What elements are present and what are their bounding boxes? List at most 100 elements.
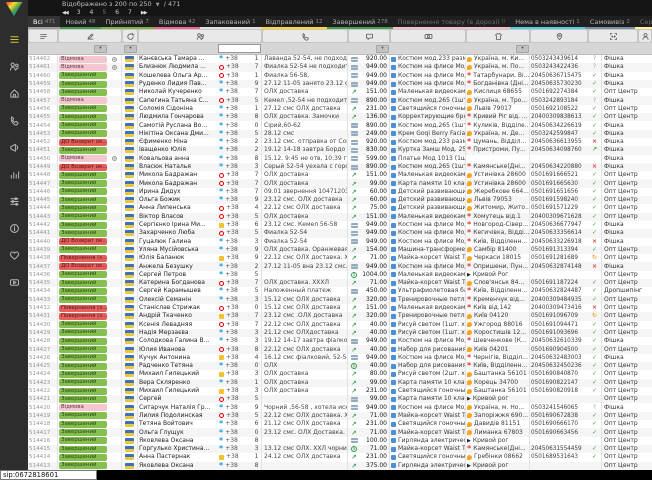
tracking-icon[interactable] (589, 30, 637, 42)
table-row[interactable]: 514438Повернення (з...Юлія Баланюк+38922… (28, 254, 652, 262)
tab[interactable]: Відправлений12 (261, 16, 328, 29)
delivery-filter-dropdown[interactable]: ▾ (516, 45, 529, 53)
table-row[interactable]: 514428ЗавершенийСолодкова Галина В...*+3… (28, 337, 652, 345)
status-filter-dropdown[interactable]: ▾ (94, 45, 107, 53)
info-icon[interactable] (4, 219, 24, 238)
info-icon[interactable] (112, 57, 117, 62)
table-row[interactable]: 514430ЗавершенийКсенія Левадняя+38722.12… (28, 321, 652, 329)
table-row[interactable]: 514459ЗавершенийРуденко Лидия Пав...*+38… (28, 80, 652, 88)
table-row[interactable]: 514421ЗавершенийСергей+38599.00Карта пам… (28, 395, 652, 403)
loyalty-icon[interactable] (4, 246, 24, 265)
tab[interactable]: Повернення товару (в дорозі)0 (393, 16, 510, 29)
sales-channel-tag: Фішка (602, 63, 652, 71)
table-row[interactable]: 514452ДО Возврат ок...Єфименко Ніна*+382… (28, 138, 652, 146)
orders-icon[interactable] (4, 30, 24, 49)
table-row[interactable]: 514457ВідмоваСапегина Татьяна С...+385Ке… (28, 96, 652, 104)
table-row[interactable]: 514445ЗавершенийОльга Божик*+38923.12 см… (28, 196, 652, 204)
table-row[interactable]: 514425ЗавершенийРадченко Тетяна*+380ОЛХ$… (28, 362, 652, 370)
table-row[interactable]: 514441ЗавершенийЗахарченко Люба+385Фиалк… (28, 229, 652, 237)
table-row[interactable]: 514426ЗавершенийКучук Антонина+38416.12 … (28, 354, 652, 362)
table-row[interactable]: 514449ДО Возврат ок...Власюк Наталья*+38… (28, 163, 652, 171)
page-size-caret-icon[interactable]: ▼ (156, 2, 160, 8)
table-row[interactable]: 514454ЗавершенийСамотій Руслана Во...*+3… (28, 121, 652, 129)
table-row[interactable]: 514416ЗавершенийЯковлева Оксана*+388100.… (28, 437, 652, 445)
tab[interactable]: Самовивіз2 (585, 16, 635, 29)
table-row[interactable]: 514458ЗавершенийНиколай Кучеренко*+387ОЛ… (28, 88, 652, 96)
tab[interactable]: Всі471 (28, 16, 60, 29)
table-row[interactable]: 514450ВідмоваКовальова анна*+38815.12. 9… (28, 155, 652, 163)
tracking-status-cell: ✓ (588, 171, 602, 179)
table-row[interactable]: 514433ЗавершенийОлексій Семанін*+38315.1… (28, 296, 652, 304)
table-row[interactable]: 514423ЗавершенийВера Скляренко*+381ОЛХ д… (28, 379, 652, 387)
phone-icon[interactable] (263, 30, 347, 42)
video-icon[interactable] (4, 273, 24, 292)
calls-icon[interactable] (4, 111, 24, 130)
tab[interactable]: Завершений278 (327, 16, 392, 29)
money-icon[interactable] (391, 30, 465, 42)
edit-icon[interactable] (59, 30, 121, 42)
table-row[interactable]: 514443ЗавершенийВіктор Власов+385ОЛХ дос… (28, 213, 652, 221)
ukraine-flag-icon (125, 272, 134, 278)
table-row[interactable]: 514414ЗавершенийАнна Пастернак+38124.12 … (28, 453, 652, 461)
tab[interactable]: Запакований1 (200, 16, 260, 29)
table-row[interactable]: 514462ВідмоваКанєвська Тамара ...*+381Ла… (28, 55, 652, 63)
tab[interactable]: Сервіси0 (635, 16, 652, 29)
person-icon[interactable] (639, 30, 651, 42)
table-row[interactable]: 514432Повернення (з...Станіслав Стрижак+… (28, 304, 652, 312)
table-row[interactable]: 514419ЗавершенийЛилия Подолинская+38522.… (28, 412, 652, 420)
table-row[interactable]: 514435ЗавершенийКатерина Богданова+387ОЛ… (28, 279, 652, 287)
shop-icon[interactable] (4, 84, 24, 103)
table-row[interactable]: 514442ЗавершенийСергієнко Ірина Ми...+38… (28, 221, 652, 229)
table-row[interactable]: 514460ЗавершенийКошелева Ольга Ар...+381… (28, 72, 652, 80)
comment-icon[interactable] (349, 30, 389, 42)
refresh-icon[interactable] (123, 30, 137, 42)
info-icon[interactable] (112, 65, 117, 70)
table-row[interactable]: 514453ЗавершенийНікітіна Оксана Дми...*+… (28, 130, 652, 138)
rows-icon[interactable] (29, 30, 57, 42)
table-row[interactable]: 514456ЗавершенийСоломія Сідоніна*+38127.… (28, 105, 652, 113)
table-row[interactable]: 514446ЗавершенийИрина Дидух*+38709.01 зв… (28, 188, 652, 196)
table-row[interactable]: 514427ЗавершенийЮлия Иванова+38822.12 см… (28, 345, 652, 353)
payment-filter-dropdown[interactable]: ▾ (376, 45, 389, 53)
table-row[interactable]: 514434ЗавершенийСергей Карамышев*+385Нал… (28, 287, 652, 295)
table-row[interactable]: 514422ЗавершенийМихаил Гилецький+383ОЛХ … (28, 387, 652, 395)
table-row[interactable]: 514444ЗавершенийАнна Липенська+38422.12 … (28, 204, 652, 212)
tab[interactable]: Новий48 (60, 16, 100, 29)
table-row[interactable]: 514451ЗавершенийІващенко Юлія*+38219.12 … (28, 146, 652, 154)
table-row[interactable]: 514418ЗавершенийТетяна Войтович*+38621.1… (28, 420, 652, 428)
broadcast-icon[interactable] (4, 138, 24, 157)
app-logo-icon[interactable] (6, 2, 23, 16)
table-row[interactable]: 514437ДО Возврат ок...Анжела Безушку*+38… (28, 262, 652, 270)
info-icon[interactable] (112, 156, 117, 161)
table-row[interactable]: 514429ЗавершенийНадія Мерзаєва*+38321.12… (28, 329, 652, 337)
table-row[interactable]: 514431Повернення (з...Андрій Ткаченко+38… (28, 312, 652, 320)
filters-icon[interactable] (4, 192, 24, 211)
table-row[interactable]: 514420ВідмоваСитарчук Наталія Гр...*+389… (28, 403, 652, 411)
manager-comment (262, 437, 348, 445)
payment-cell: $ (348, 271, 360, 279)
table-row[interactable]: 514415ЗавершенийГоргулько Христина...*+3… (28, 445, 652, 453)
clients-icon[interactable] (139, 30, 261, 42)
table-row[interactable]: 514455ЗавершенийЛюдмила Гончарова*+388ОЛ… (28, 113, 652, 121)
table-row[interactable]: 514440ДО Возврат ок...Гуцалюк Галина*+38… (28, 238, 652, 246)
clients-icon[interactable] (4, 57, 24, 76)
table-row[interactable]: 514436ЗавершенийСергей Петров*+385$1004.… (28, 271, 652, 279)
phone-filter-input[interactable] (218, 44, 261, 53)
tab[interactable]: Нема в наявності1 (510, 16, 585, 29)
source-filter-dropdown[interactable]: ▾ (124, 45, 137, 53)
product-icon[interactable] (467, 30, 529, 42)
table-row[interactable]: 514417ЗавершенийОльга Глущук*+38023.12 с… (28, 428, 652, 436)
table-row[interactable]: 514424ЗавершенийМихаил Гилецький+383ОЛХ … (28, 370, 652, 378)
location-icon[interactable] (531, 30, 587, 42)
table-row[interactable]: 514413ЗавершенийЯковлева Оксана*+388↗375… (28, 462, 652, 470)
table-row[interactable]: 514461ВідмоваБлизнюк Людмила ...+387Фиал… (28, 63, 652, 71)
table-row[interactable]: 514447ЗавершенийМикола Бадражан+387ОЛХ д… (28, 179, 652, 187)
stats-icon[interactable] (4, 165, 24, 184)
tracking-number (530, 462, 588, 470)
tracking-status-icon: ✓ (592, 221, 597, 229)
status-badge: Завершений (59, 363, 107, 370)
tab[interactable]: Прийнятий7 (101, 16, 154, 29)
table-row[interactable]: 514448ЗавершенийМикола Бадражан+387ОЛХ д… (28, 171, 652, 179)
table-row[interactable]: 514439ЗавершенийУляна Мусійовська*+389ОЛ… (28, 246, 652, 254)
tab[interactable]: Відмова42 (154, 16, 200, 29)
